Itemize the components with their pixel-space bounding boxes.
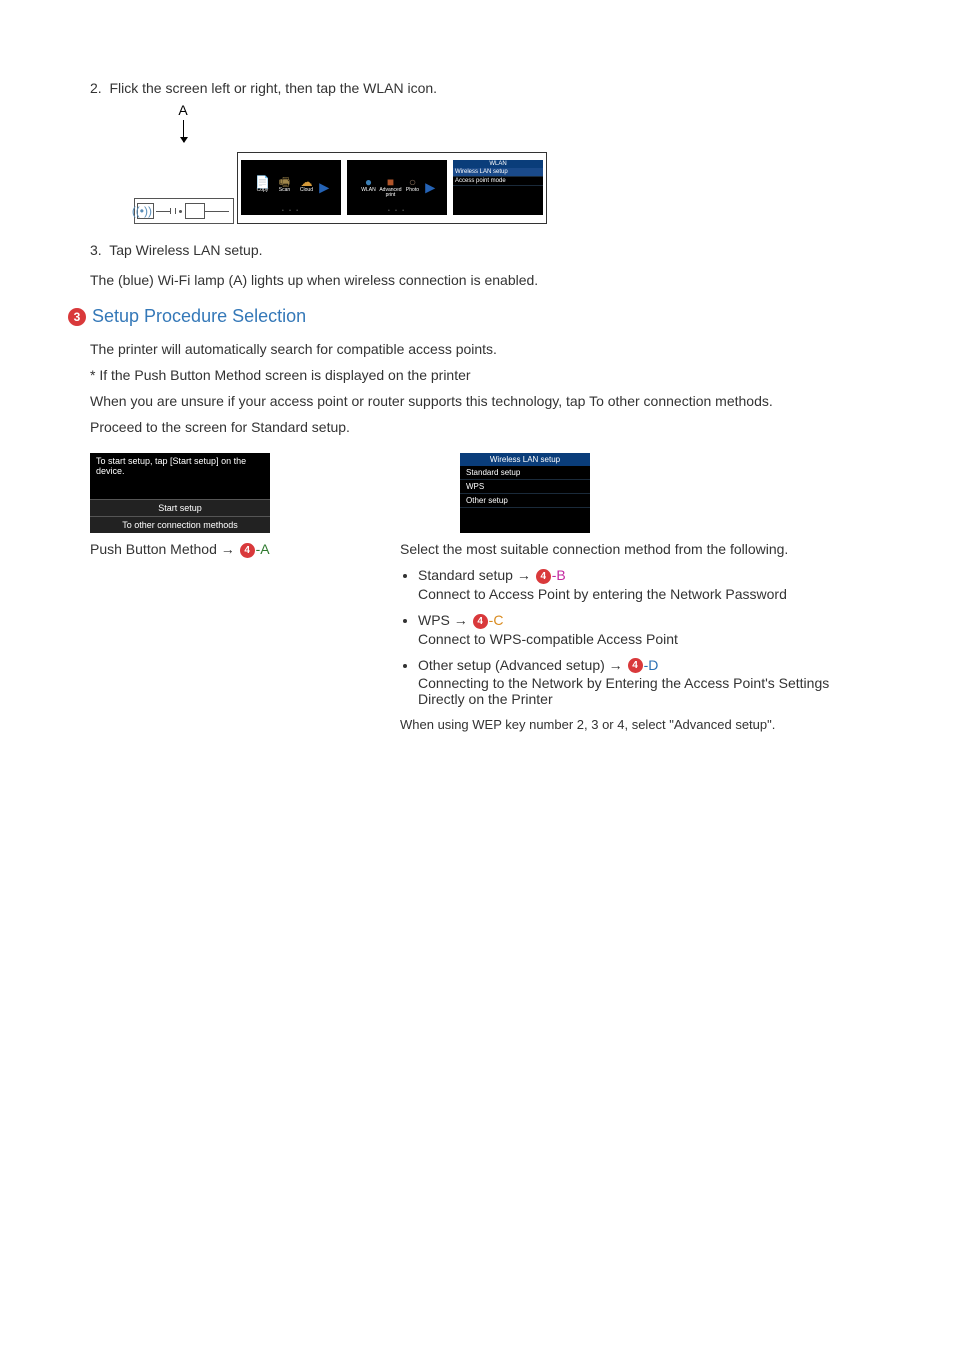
option-standard-desc: Connect to Access Point by entering the … [418,586,850,602]
step-2-text: Flick the screen left or right, then tap… [109,80,437,96]
arrow-right-icon: ▸ [425,177,434,198]
menu-item-ap-mode: Access point mode [453,177,543,186]
app-icon: ●WLAN [359,176,377,200]
wifi-icon: ((•)) [132,205,152,217]
para-unsure: When you are unsure if your access point… [90,393,864,409]
option-other: Other setup (Advanced setup) → 4-D Conne… [418,657,850,708]
para-proceed: Proceed to the screen for Standard setup… [90,419,864,435]
wifi-lamp-note: The (blue) Wi-Fi lamp (A) lights up when… [90,272,864,288]
link-4B[interactable]: -B [552,567,566,583]
left-column: To start setup, tap [Start setup] on the… [90,453,310,558]
link-4A[interactable]: -A [256,541,270,557]
screen-slot [185,203,205,219]
ref-badge-icon: 4 [240,543,255,558]
screen-3: WLAN Wireless LAN setup Access point mod… [453,160,543,215]
menu-item-wlan-setup: Wireless LAN setup [453,168,543,177]
select-method-text: Select the most suitable connection meth… [400,541,850,557]
label-col: A ((•)) [134,102,234,224]
para-auto-search: The printer will automatically search fo… [90,341,864,357]
link-4D[interactable]: -D [644,657,659,673]
arrow-down-icon [183,120,184,142]
screen-1: 📄Copy🖷Scan☁Cloud ▸ • • • [241,160,341,215]
wlan-setup-title: Wireless LAN setup [460,453,590,466]
step-3-text: Tap Wireless LAN setup. [109,242,262,258]
ref-badge-icon: 4 [628,658,643,673]
menu-wps: WPS [460,480,590,494]
option-wps-desc: Connect to WPS-compatible Access Point [418,631,850,647]
section-title: Setup Procedure Selection [92,306,306,327]
link-4C[interactable]: -C [489,612,504,628]
wifi-lamp-box: ((•)) [137,203,154,219]
printer-panel: ((•)) [134,198,234,224]
arrow-right-icon: ▸ [319,177,328,198]
option-standard: Standard setup → 4-B Connect to Access P… [418,567,850,602]
app-icon: ■Advanced print [381,176,399,200]
page-dots-icon: • • • [241,208,341,214]
step-2: 2. Flick the screen left or right, then … [90,80,864,224]
app-icon: 🖷Scan [275,176,293,200]
menu-title: WLAN [453,160,543,168]
screen-2: ●WLAN■Advanced print○Photo ▸ • • • [347,160,447,215]
step-2-num: 2. [90,80,102,96]
device-figure: A ((•)) [134,102,864,224]
right-column: Wireless LAN setup Standard setup WPS Ot… [400,453,850,742]
label-A: A [178,102,187,118]
start-setup-screen: To start setup, tap [Start setup] on the… [90,453,270,533]
option-wps: WPS → 4-C Connect to WPS-compatible Acce… [418,612,850,647]
app-icon: 📄Copy [253,176,271,200]
app-icon: ○Photo [403,176,421,200]
step-3: 3. Tap Wireless LAN setup. [90,242,864,258]
screens-row: 📄Copy🖷Scan☁Cloud ▸ • • • ●WLAN■Advanced … [237,152,547,224]
ref-badge-icon: 4 [473,614,488,629]
wep-footnote: When using WEP key number 2, 3 or 4, sel… [400,717,850,732]
options-list: Standard setup → 4-B Connect to Access P… [400,567,850,707]
start-setup-text: To start setup, tap [Start setup] on the… [90,453,270,499]
step-3-num: 3. [90,242,102,258]
para-push-button-note: * If the Push Button Method screen is di… [90,367,864,383]
page-dots-icon: • • • [347,208,447,214]
option-other-desc: Connecting to the Network by Entering th… [418,675,850,707]
app-icon: ☁Cloud [297,176,315,200]
push-button-label: Push Button Method → 4-A [90,541,310,558]
other-methods-button: To other connection methods [90,516,270,533]
ref-badge-icon: 4 [536,569,551,584]
dot-icon [179,210,182,213]
wlan-setup-screen: Wireless LAN setup Standard setup WPS Ot… [460,453,590,533]
start-setup-button: Start setup [90,499,270,516]
menu-other-setup: Other setup [460,494,590,508]
section-header: 3 Setup Procedure Selection [68,306,864,327]
section-badge-icon: 3 [68,308,86,326]
menu-standard-setup: Standard setup [460,466,590,480]
